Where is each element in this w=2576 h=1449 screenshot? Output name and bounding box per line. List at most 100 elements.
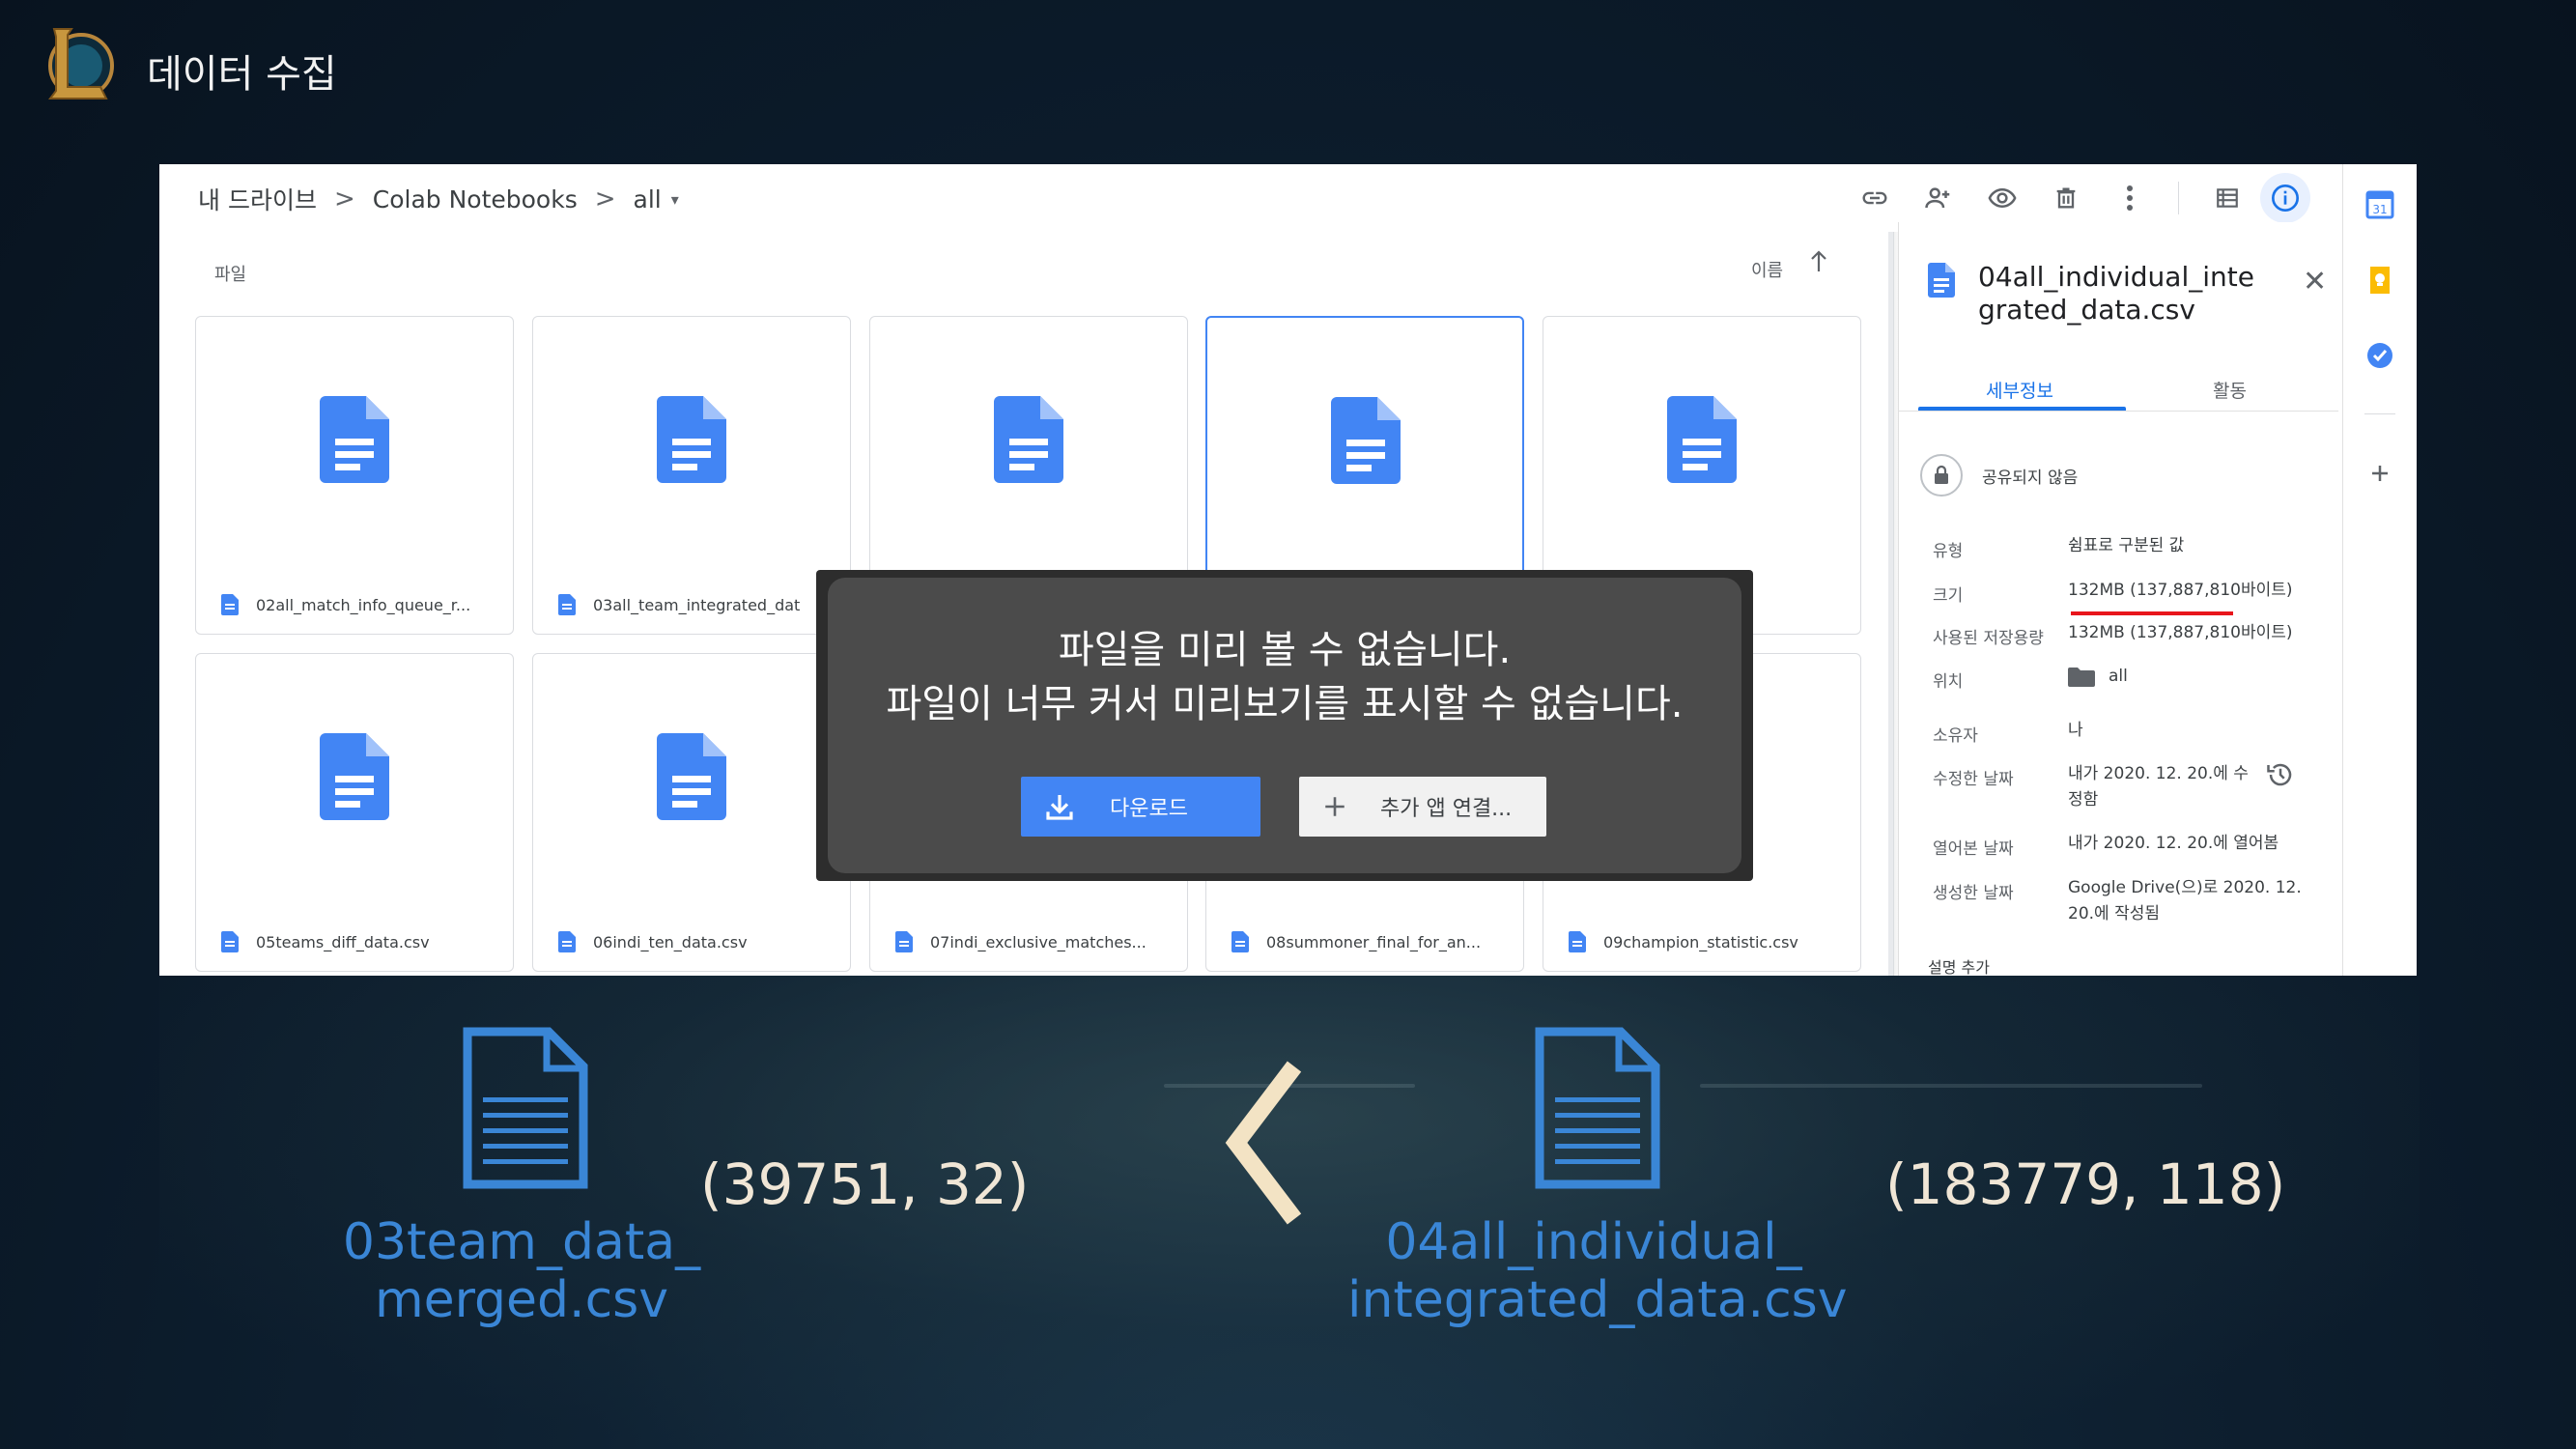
doc-icon [1231, 931, 1249, 952]
folder-icon [2068, 667, 2095, 687]
file-card-footer: 08summoner_final_for_an... [1206, 913, 1523, 971]
right-file-caption: 04all_individual_ integrated_data.csv [1347, 1213, 1848, 1329]
add-icon[interactable] [2364, 458, 2395, 489]
doc-icon [895, 931, 913, 952]
info-button[interactable] [2260, 173, 2310, 223]
prop-location-label: 위치 [1933, 672, 1964, 692]
location-folder-name: all [2109, 667, 2128, 686]
prop-owner-value: 나 [2068, 721, 2083, 740]
download-button[interactable]: 다운로드 [1021, 777, 1260, 837]
file-card[interactable]: 05teams_diff_data.csv [195, 653, 514, 972]
doc-icon [1928, 263, 1955, 298]
prop-location-value[interactable]: all [2068, 664, 2128, 690]
file-card[interactable]: 06indi_ten_data.csv [532, 653, 851, 972]
doc-icon [221, 931, 239, 952]
left-shape-label: (39751, 32) [700, 1151, 1030, 1217]
dialog-message-detail: 파일이 너무 커서 미리보기를 표시할 수 없습니다. [886, 682, 1684, 726]
details-tabs: 세부정보 활동 [1899, 363, 2338, 412]
tasks-icon[interactable] [2364, 340, 2395, 371]
sharing-status: 공유되지 않음 [1920, 454, 2078, 497]
breadcrumb-separator: > [333, 185, 355, 213]
highlight-underline [2071, 611, 2233, 615]
doc-icon [558, 594, 576, 615]
info-icon [2272, 185, 2299, 212]
prop-type-label: 유형 [1933, 542, 1964, 561]
svg-text:31: 31 [2372, 203, 2387, 216]
history-icon[interactable] [2266, 760, 2295, 789]
file-name: 03all_team_integrated_dat [593, 595, 801, 614]
file-card-footer: 05teams_diff_data.csv [196, 913, 513, 971]
section-label: 파일 [214, 265, 247, 285]
file-name: 06indi_ten_data.csv [593, 932, 748, 952]
file-card-footer: 07indi_exclusive_matches... [870, 913, 1187, 971]
doc-icon [994, 396, 1063, 483]
file-card[interactable]: 03all_team_integrated_dat [532, 316, 851, 635]
file-name: 08summoner_final_for_an... [1266, 932, 1482, 952]
prop-owner-label: 소유자 [1933, 726, 1978, 746]
right-caption-line2: integrated_data.csv [1347, 1271, 1848, 1329]
less-than-icon [1225, 1061, 1302, 1225]
tab-activity[interactable]: 활동 [2213, 377, 2247, 403]
doc-icon [1569, 931, 1586, 952]
file-card-footer: 09champion_statistic.csv [1543, 913, 1860, 971]
download-icon [1046, 795, 1073, 820]
more-vert-icon[interactable] [2114, 183, 2145, 213]
map-lane-line [1700, 1084, 2202, 1088]
add-person-icon[interactable] [1923, 183, 1954, 213]
file-name: 09champion_statistic.csv [1603, 932, 1798, 952]
lock-icon [1920, 454, 1963, 497]
details-panel: 04all_individual_integrated_data.csv ✕ 세… [1898, 222, 2338, 976]
calendar-icon[interactable]: 31 [2364, 189, 2395, 220]
toolbar-divider [2178, 182, 2179, 214]
details-file-title: 04all_individual_integrated_data.csv [1978, 261, 2254, 326]
page-title: 데이터 수집 [147, 52, 337, 97]
link-icon[interactable] [1859, 183, 1890, 213]
doc-icon [320, 733, 389, 820]
file-card-footer: 03all_team_integrated_dat [533, 576, 850, 634]
tab-details[interactable]: 세부정보 [1986, 377, 2053, 403]
doc-icon [657, 733, 726, 820]
doc-icon [558, 931, 576, 952]
list-view-icon[interactable] [2212, 183, 2243, 213]
breadcrumb-my-drive[interactable]: 내 드라이브 [198, 182, 317, 216]
prop-created-value: Google Drive(으)로 2020. 12. 20.에 작성됨 [2068, 878, 2302, 923]
side-apps-rail: 31 [2342, 164, 2417, 976]
keep-icon[interactable] [2364, 265, 2395, 296]
breadcrumb-all[interactable]: all [634, 185, 662, 213]
left-file-caption: 03team_data_ merged.csv [328, 1213, 715, 1329]
prop-size-value: 132MB (137,887,810바이트) [2068, 581, 2293, 600]
preview-unavailable-dialog: 파일을 미리 볼 수 없습니다. 파일이 너무 커서 미리보기를 표시할 수 없… [816, 570, 1753, 881]
drive-window: 내 드라이브 > Colab Notebooks > all ▾ 파일 이름 0… [159, 164, 2417, 976]
doc-icon [221, 594, 239, 615]
toolbar [1859, 173, 2310, 223]
file-name: 02all_match_info_queue_r... [256, 595, 471, 614]
rail-divider [2364, 413, 2395, 414]
sort-name-button[interactable]: 이름 [1751, 257, 1783, 282]
breadcrumb-colab-notebooks[interactable]: Colab Notebooks [373, 185, 578, 213]
breadcrumb: 내 드라이브 > Colab Notebooks > all ▾ [198, 180, 679, 218]
prop-size-label: 크기 [1933, 586, 1964, 606]
doc-icon [1331, 397, 1401, 484]
sharing-text: 공유되지 않음 [1982, 468, 2079, 488]
connect-more-apps-button[interactable]: 추가 앱 연결... [1299, 777, 1546, 837]
doc-icon [320, 396, 389, 483]
sort-arrow-up-icon[interactable] [1808, 249, 1829, 274]
dialog-body: 파일을 미리 볼 수 없습니다. 파일이 너무 커서 미리보기를 표시할 수 없… [828, 578, 1741, 873]
league-logo-icon [48, 28, 114, 99]
details-header: 04all_individual_integrated_data.csv ✕ [1928, 261, 2327, 327]
add-description[interactable]: 설명 추가 [1928, 954, 1990, 976]
close-icon[interactable]: ✕ [2303, 265, 2327, 298]
eye-icon[interactable] [1987, 183, 2018, 213]
dialog-message-title: 파일을 미리 볼 수 없습니다. [1058, 628, 1512, 672]
trash-icon[interactable] [2051, 183, 2081, 213]
active-tab-indicator [1918, 407, 2126, 411]
prop-storage-label: 사용된 저장용량 [1933, 629, 2044, 648]
file-card[interactable]: 02all_match_info_queue_r... [195, 316, 514, 635]
file-name: 05teams_diff_data.csv [256, 932, 430, 952]
file-outline-icon [463, 1027, 588, 1189]
doc-icon [1667, 396, 1737, 483]
prop-type-value: 쉼표로 구분된 값 [2068, 536, 2185, 555]
plus-icon [1325, 797, 1345, 816]
prop-opened-value: 내가 2020. 12. 20.에 열어봄 [2068, 834, 2279, 853]
chevron-down-icon[interactable]: ▾ [671, 190, 679, 209]
